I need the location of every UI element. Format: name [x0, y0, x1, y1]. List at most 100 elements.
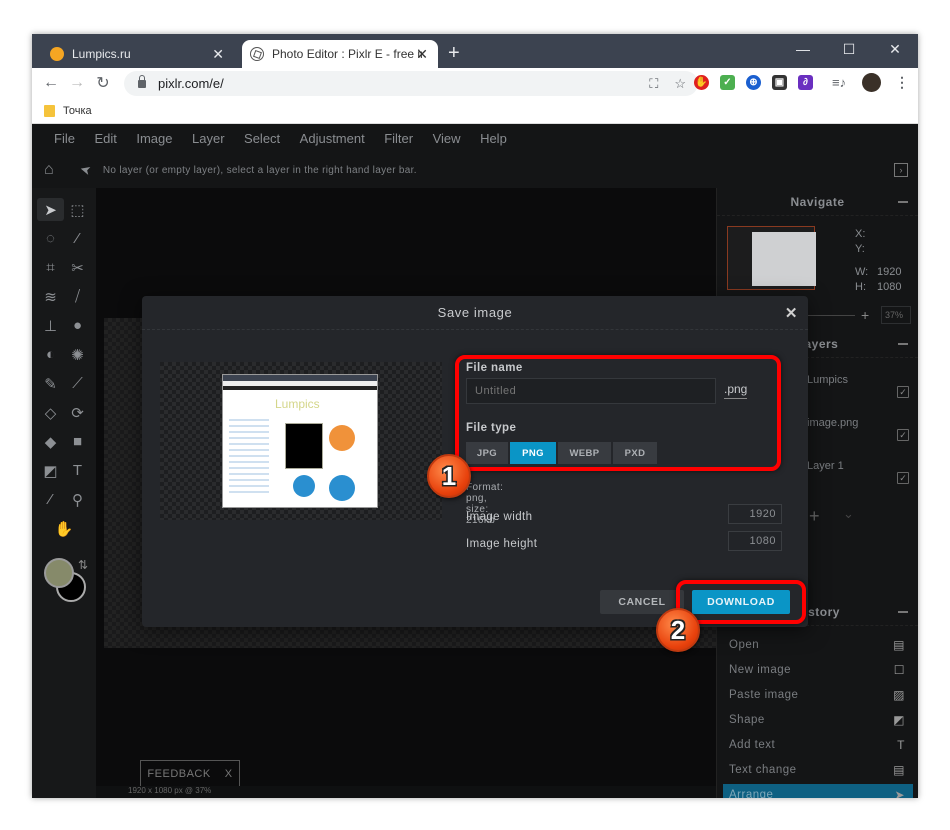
zoom-input[interactable]: 37%: [881, 306, 911, 324]
fill-tool-icon[interactable]: ◆: [37, 430, 64, 453]
reload-button[interactable]: ↻: [90, 73, 116, 93]
cut-tool-icon[interactable]: ✂: [64, 256, 91, 279]
tab-strip: Lumpics.ru ✕ Photo Editor : Pixlr E - fr…: [32, 34, 918, 68]
history-item[interactable]: Shape ◩: [723, 709, 913, 731]
forward-button[interactable]: →: [64, 74, 90, 92]
navigate-title: Navigate: [790, 194, 845, 209]
history-item[interactable]: Paste image ▨: [723, 684, 913, 706]
home-icon[interactable]: ⌂: [44, 161, 68, 179]
text-tool-icon[interactable]: T: [64, 459, 91, 482]
history-item-active[interactable]: Arrange ➤: [723, 784, 913, 798]
history-label: Arrange: [729, 789, 774, 798]
layer-item[interactable]: Lumpics ✓: [807, 374, 918, 398]
gradient-tool-icon[interactable]: ■: [64, 430, 91, 453]
status-text: 1920 x 1080 px @ 37%: [128, 786, 212, 795]
close-tab-icon[interactable]: ✕: [416, 46, 428, 63]
layer-visibility-checkbox[interactable]: ✓: [897, 429, 909, 441]
menu-help[interactable]: Help: [480, 131, 507, 146]
color-replace-tool-icon[interactable]: ⟳: [64, 401, 91, 424]
image-preview: Lumpics: [160, 362, 442, 520]
collapse-icon[interactable]: [898, 201, 908, 203]
crop-tool-icon[interactable]: ⌗: [37, 256, 64, 279]
nav-h-label: H:: [855, 281, 866, 293]
nav-w-value: 1920: [877, 266, 902, 278]
foreground-color-swatch[interactable]: [44, 558, 74, 588]
history-item[interactable]: Add text T: [723, 734, 913, 756]
layer-name: image.png: [807, 417, 859, 429]
close-tab-icon[interactable]: ✕: [212, 46, 224, 63]
shape-tool-icon[interactable]: ◩: [37, 459, 64, 482]
feedback-label[interactable]: FEEDBACK: [147, 768, 210, 780]
back-button[interactable]: ←: [38, 74, 64, 92]
history-item[interactable]: Open ▤: [723, 634, 913, 656]
menu-file[interactable]: File: [54, 131, 75, 146]
image-width-input[interactable]: 1920: [728, 504, 782, 524]
collapse-icon[interactable]: [898, 343, 908, 345]
blur-tool-icon[interactable]: ●: [64, 314, 91, 337]
clone-stamp-tool-icon[interactable]: ⊥: [37, 314, 64, 337]
swap-colors-icon[interactable]: ⇅: [78, 558, 88, 572]
layer-item[interactable]: Layer 1 ✓: [807, 460, 918, 484]
media-control-icon[interactable]: ≡♪: [832, 75, 846, 90]
pencil-tool-icon[interactable]: ✎: [37, 372, 64, 395]
profile-avatar[interactable]: [862, 73, 881, 92]
checkmark-extension-icon[interactable]: ✓: [720, 75, 735, 90]
history-label: Add text: [729, 739, 776, 751]
sponge-tool-icon[interactable]: ✺: [64, 343, 91, 366]
browser-menu-icon[interactable]: ⋮: [895, 74, 909, 91]
add-layer-icon[interactable]: +: [809, 506, 820, 527]
menu-select[interactable]: Select: [244, 131, 280, 146]
tab-pixlr[interactable]: Photo Editor : Pixlr E - free image ✕: [242, 40, 438, 68]
menu-edit[interactable]: Edit: [94, 131, 116, 146]
bookmark-star-icon[interactable]: ☆: [674, 76, 686, 92]
history-item[interactable]: Text change ▤: [723, 759, 913, 781]
arrange-tool-icon[interactable]: ➤: [37, 198, 64, 221]
navigator-thumbnail[interactable]: [727, 226, 816, 290]
lasso-tool-icon[interactable]: ◌: [37, 227, 64, 250]
eraser-tool-icon[interactable]: ◇: [37, 401, 64, 424]
history-label: Paste image: [729, 689, 799, 701]
adblock-icon[interactable]: ✋: [694, 75, 709, 90]
brush-tool-icon[interactable]: ⟋: [64, 372, 91, 395]
collapse-icon[interactable]: [898, 611, 908, 613]
url-text[interactable]: pixlr.com/e/: [158, 76, 224, 91]
layer-item[interactable]: image.png ✓: [807, 417, 918, 441]
close-window-button[interactable]: ✕: [872, 34, 918, 64]
minimize-button[interactable]: —: [780, 34, 826, 64]
dodge-burn-tool-icon[interactable]: ◐: [37, 343, 64, 366]
menu-layer[interactable]: Layer: [192, 131, 225, 146]
bookmark-tochka[interactable]: Точка: [63, 105, 92, 117]
zoom-in-icon[interactable]: +: [861, 307, 869, 323]
feedback-tab[interactable]: FEEDBACK X: [140, 760, 240, 786]
address-bar[interactable]: pixlr.com/e/ ⛶ ☆: [124, 71, 698, 96]
zoom-tool-icon[interactable]: ⚲: [64, 488, 91, 511]
history-item[interactable]: New image ☐: [723, 659, 913, 681]
menu-view[interactable]: View: [433, 131, 461, 146]
heal-tool-icon[interactable]: ⧸: [64, 285, 91, 308]
layer-options-chevron-icon[interactable]: ⌄: [843, 506, 854, 522]
globe-extension-icon[interactable]: ⊕: [746, 75, 761, 90]
magic-wand-tool-icon[interactable]: ⁄: [64, 227, 91, 250]
cube-extension-icon[interactable]: ▣: [772, 75, 787, 90]
maximize-button[interactable]: ☐: [826, 34, 872, 64]
marquee-tool-icon[interactable]: ⬚: [64, 198, 91, 221]
history-label: Open: [729, 639, 760, 651]
menu-adjustment[interactable]: Adjustment: [300, 131, 365, 146]
translate-icon[interactable]: ⛶: [649, 76, 658, 92]
menu-image[interactable]: Image: [136, 131, 172, 146]
layer-visibility-checkbox[interactable]: ✓: [897, 386, 909, 398]
layer-visibility-checkbox[interactable]: ✓: [897, 472, 909, 484]
menu-filter[interactable]: Filter: [384, 131, 413, 146]
options-bar: ⌂ ➤ No layer (or empty layer), select a …: [32, 152, 918, 188]
eyedropper-tool-icon[interactable]: ⁄: [37, 488, 64, 511]
liquify-tool-icon[interactable]: ≋: [37, 285, 64, 308]
new-tab-button[interactable]: +: [448, 42, 460, 65]
toggle-panel-icon[interactable]: ›: [894, 163, 908, 177]
tab-lumpics[interactable]: Lumpics.ru ✕: [38, 40, 234, 68]
feedback-close-icon[interactable]: X: [225, 768, 233, 780]
zoom-slider[interactable]: [807, 315, 855, 316]
image-height-input[interactable]: 1080: [728, 531, 782, 551]
hand-tool-icon[interactable]: ✋: [37, 517, 91, 540]
purple-extension-icon[interactable]: ∂: [798, 75, 813, 90]
close-dialog-button[interactable]: ✕: [785, 304, 798, 322]
